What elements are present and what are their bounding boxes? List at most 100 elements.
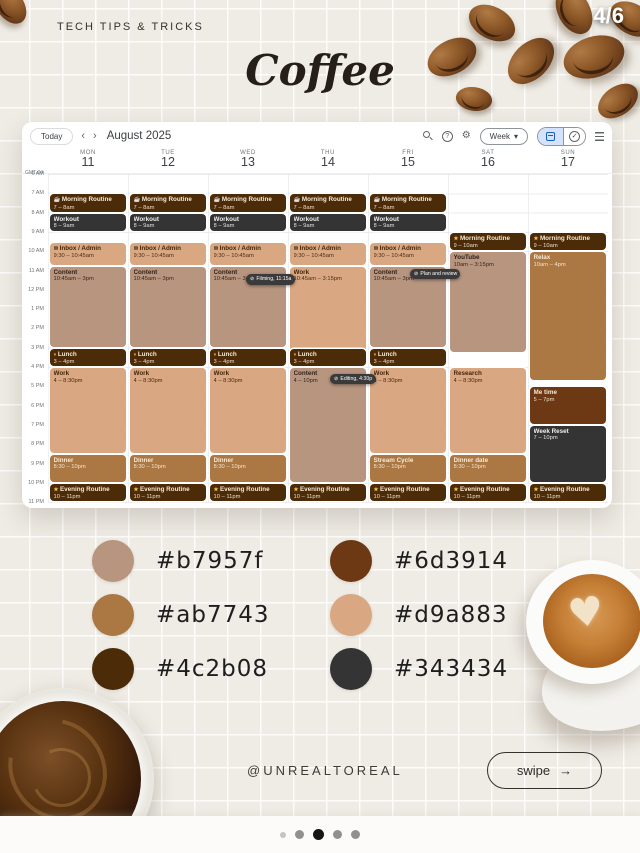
- palette-swatch: [330, 540, 372, 582]
- day-number[interactable]: 15: [368, 156, 448, 169]
- day-number[interactable]: 17: [528, 156, 608, 169]
- tasks-view-icon[interactable]: ✓: [563, 128, 585, 145]
- hex-label: #ab7743: [156, 602, 270, 628]
- event[interactable]: ✉Inbox / Admin9:30 – 10:45am: [130, 243, 206, 265]
- event[interactable]: Workout8 – 9am: [130, 214, 206, 231]
- event-title: ★Morning Routine: [454, 235, 523, 244]
- day-number[interactable]: 13: [208, 156, 288, 169]
- event[interactable]: ★Evening Routine10 – 11pm: [50, 484, 126, 501]
- event-time: 4 – 8:30pm: [54, 378, 123, 385]
- event[interactable]: ★Morning Routine9 – 10am: [450, 233, 526, 250]
- event-chip[interactable]: ⊘Filming, 11:15a: [246, 274, 295, 285]
- day-number[interactable]: 16: [448, 156, 528, 169]
- event[interactable]: ☕Morning Routine7 – 8am: [50, 194, 126, 211]
- carousel-dot[interactable]: [313, 829, 324, 840]
- event-title: Stream Cycle: [374, 457, 443, 465]
- event[interactable]: Relax10am – 4pm: [530, 252, 606, 380]
- carousel-dot[interactable]: [295, 830, 304, 839]
- event[interactable]: Dinner date8:30 – 10pm: [450, 455, 526, 482]
- event-time: 8 – 9am: [54, 223, 123, 230]
- event[interactable]: Dinner8:30 – 10pm: [50, 455, 126, 482]
- carousel-dot[interactable]: [351, 830, 360, 839]
- event[interactable]: Workout8 – 9am: [210, 214, 286, 231]
- event[interactable]: ♦Lunch3 – 4pm: [290, 349, 366, 366]
- star-icon: ★: [534, 487, 539, 493]
- event-time: 9:30 – 10:45am: [54, 253, 123, 260]
- event[interactable]: ✉Inbox / Admin9:30 – 10:45am: [370, 243, 446, 265]
- event[interactable]: Research4 – 8:30pm: [450, 368, 526, 453]
- event[interactable]: Workout8 – 9am: [290, 214, 366, 231]
- event[interactable]: ✉Inbox / Admin9:30 – 10:45am: [290, 243, 366, 265]
- meal-icon: ♦: [214, 352, 217, 358]
- event[interactable]: Work4 – 8:30pm: [370, 368, 446, 453]
- event[interactable]: Work4 – 8:30pm: [50, 368, 126, 453]
- swipe-button[interactable]: swipe →: [487, 752, 602, 789]
- carousel-dot[interactable]: [333, 830, 342, 839]
- event[interactable]: ★Evening Routine10 – 11pm: [530, 484, 606, 501]
- event[interactable]: Stream Cycle8:30 – 10pm: [370, 455, 446, 482]
- settings-gear-icon[interactable]: ⚙: [462, 131, 471, 141]
- carousel-dot[interactable]: [280, 832, 286, 838]
- event-time: 7 – 8am: [134, 205, 203, 212]
- event[interactable]: Work10:45am – 3:15pm: [290, 267, 366, 352]
- event[interactable]: ☕Morning Routine7 – 8am: [210, 194, 286, 211]
- event-time: 10 – 11pm: [374, 494, 443, 501]
- event[interactable]: ★Evening Routine10 – 11pm: [290, 484, 366, 501]
- event[interactable]: ☕Morning Routine7 – 8am: [370, 194, 446, 211]
- event[interactable]: Dinner8:30 – 10pm: [130, 455, 206, 482]
- event-chip[interactable]: ⊘Plan and review: [410, 269, 460, 280]
- time-label: 11 PM: [22, 499, 44, 505]
- event[interactable]: ♦Lunch3 – 4pm: [50, 349, 126, 366]
- event[interactable]: Me time5 – 7pm: [530, 387, 606, 424]
- event[interactable]: ☕Morning Routine7 – 8am: [130, 194, 206, 211]
- apps-grid-icon[interactable]: [595, 132, 604, 141]
- event-time: 10:45am – 3pm: [134, 276, 203, 283]
- view-dropdown[interactable]: Week ▾: [480, 128, 528, 145]
- event[interactable]: Workout8 – 9am: [50, 214, 126, 231]
- event[interactable]: ★Evening Routine10 – 11pm: [210, 484, 286, 501]
- event[interactable]: Work4 – 8:30pm: [130, 368, 206, 453]
- slash-icon: ⊘: [334, 376, 338, 383]
- meal-icon: ♦: [374, 352, 377, 358]
- chevron-right-icon[interactable]: ›: [93, 131, 97, 142]
- event-title: Work: [214, 370, 283, 378]
- event-time: 8 – 9am: [214, 223, 283, 230]
- brand-label: TECH TIPS & TRICKS: [57, 21, 204, 33]
- event[interactable]: YouTube10am – 3:15pm: [450, 252, 526, 351]
- event[interactable]: ♦Lunch3 – 4pm: [370, 349, 446, 366]
- event[interactable]: Week Reset7 – 10pm: [530, 426, 606, 482]
- search-icon[interactable]: [423, 131, 433, 141]
- help-icon[interactable]: ?: [442, 131, 453, 142]
- day-header: WED13: [208, 150, 288, 173]
- event-title: ✉Inbox / Admin: [374, 245, 443, 254]
- view-toggle[interactable]: ✓: [537, 127, 586, 146]
- day-number[interactable]: 14: [288, 156, 368, 169]
- hex-label: #6d3914: [394, 548, 508, 574]
- calendar-view-icon[interactable]: [538, 128, 563, 145]
- time-gutter: GMT-04: [22, 150, 48, 173]
- event-title: ☕Morning Routine: [374, 196, 443, 205]
- chevron-left-icon[interactable]: ‹: [81, 131, 85, 142]
- today-button[interactable]: Today: [30, 128, 73, 145]
- event[interactable]: Workout8 – 9am: [370, 214, 446, 231]
- event[interactable]: ★Morning Routine9 – 10am: [530, 233, 606, 250]
- event-chip[interactable]: ⊘Editing, 4:30p: [330, 374, 376, 385]
- event[interactable]: ★Evening Routine10 – 11pm: [130, 484, 206, 501]
- day-number[interactable]: 12: [128, 156, 208, 169]
- event[interactable]: Content10:45am – 3pm: [130, 267, 206, 347]
- event[interactable]: ♦Lunch3 – 4pm: [130, 349, 206, 366]
- time-label: 10 AM: [22, 248, 44, 254]
- event[interactable]: Dinner8:30 – 10pm: [210, 455, 286, 482]
- event[interactable]: ✉Inbox / Admin9:30 – 10:45am: [210, 243, 286, 265]
- event[interactable]: ☕Morning Routine7 – 8am: [290, 194, 366, 211]
- event-title: Content: [54, 269, 123, 277]
- day-number[interactable]: 11: [48, 156, 128, 169]
- event[interactable]: Content10:45am – 3pm: [50, 267, 126, 347]
- event[interactable]: ✉Inbox / Admin9:30 – 10:45am: [50, 243, 126, 265]
- event[interactable]: Work4 – 8:30pm: [210, 368, 286, 453]
- event-time: 8:30 – 10pm: [214, 464, 283, 471]
- event[interactable]: Content4 – 10pm: [290, 368, 366, 482]
- event[interactable]: ♦Lunch3 – 4pm: [210, 349, 286, 366]
- event[interactable]: ★Evening Routine10 – 11pm: [370, 484, 446, 501]
- event[interactable]: ★Evening Routine10 – 11pm: [450, 484, 526, 501]
